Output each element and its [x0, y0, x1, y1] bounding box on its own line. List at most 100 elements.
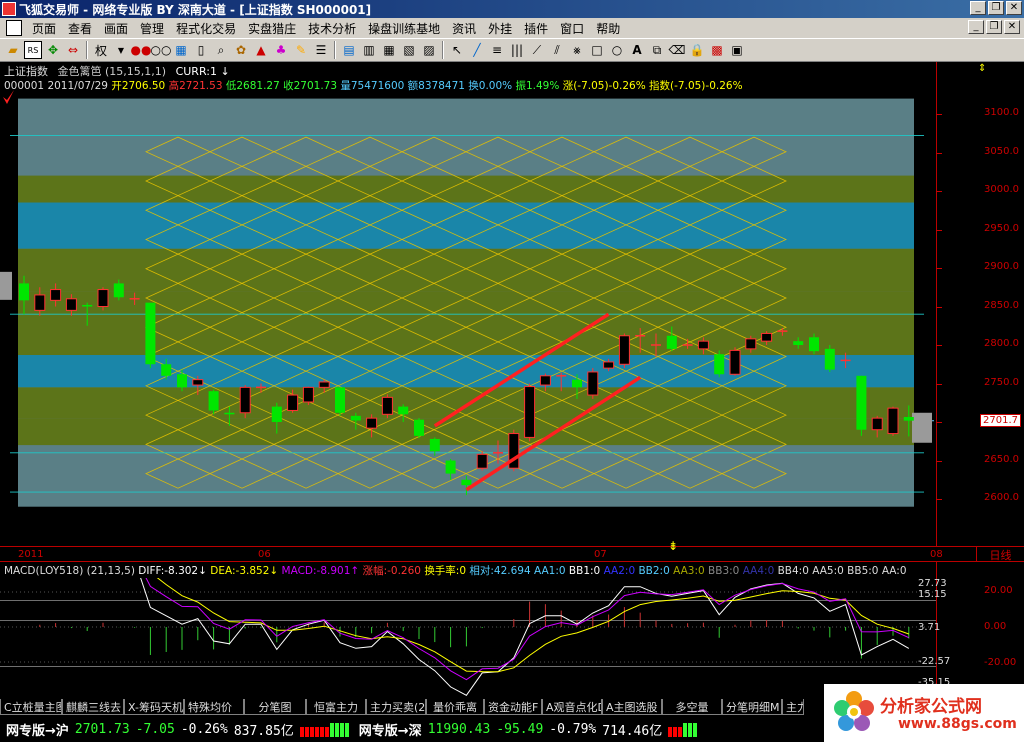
color-grid-icon[interactable]: ▩ — [708, 41, 726, 59]
pin-icon[interactable]: ⇟ — [668, 539, 678, 553]
menu-item-program-trading[interactable]: 程式化交易 — [170, 20, 242, 37]
low-label: 低 — [225, 80, 237, 92]
macd-aa: AA:0 — [881, 565, 907, 577]
lock-icon[interactable]: 🔒 — [688, 41, 706, 59]
macd-side-value-4: -22.57 — [918, 656, 951, 667]
macd-tick-neg20: -20.00 — [984, 657, 1017, 668]
date-label-2011: 2011 — [18, 549, 44, 560]
tab-1[interactable]: 麒麟三线去 — [62, 699, 124, 715]
price-tick-mark — [936, 268, 942, 269]
glasses-alt-icon[interactable]: ○○ — [151, 41, 172, 59]
tab-3[interactable]: 特殊均价 — [184, 699, 244, 715]
channel-tool-icon[interactable]: ⫽ — [548, 41, 566, 59]
alarm-icon[interactable]: ▲ — [252, 41, 270, 59]
menu-item-technical[interactable]: 技术分析 — [302, 20, 362, 37]
book-icon[interactable]: ▯ — [192, 41, 210, 59]
sz-index-title[interactable]: 网专版→深 — [349, 720, 422, 739]
menu-item-window[interactable]: 窗口 — [554, 20, 590, 37]
ellipse-tool-icon[interactable]: ○ — [608, 41, 626, 59]
date-axis[interactable]: 2011 06 07 08 ⇟ 日线 — [0, 539, 1024, 562]
rsi-icon[interactable]: RS — [24, 41, 42, 59]
sz-index-change: -95.49 — [496, 721, 544, 737]
menu-item-page[interactable]: 页面 — [26, 20, 62, 37]
tab-0[interactable]: C立桩量主图 — [0, 699, 62, 715]
menu-item-screen[interactable]: 画面 — [98, 20, 134, 37]
fan-tool-icon[interactable]: ⟋ — [528, 41, 546, 59]
mdi-minimize-icon[interactable]: _ — [968, 20, 984, 34]
macd-canvas[interactable] — [0, 578, 936, 698]
window-split-icon[interactable]: ▥ — [360, 41, 378, 59]
restore-icon[interactable]: ❐ — [988, 1, 1004, 15]
tab-11[interactable]: 多空量 — [662, 699, 722, 715]
amount-label: 额 — [407, 80, 419, 92]
gear-icon[interactable]: ✿ — [232, 41, 250, 59]
mdi-close-icon[interactable]: ✕ — [1004, 20, 1020, 34]
copy-tool-icon[interactable]: ⧉ — [648, 41, 666, 59]
window-controls: _ ❐ ✕ — [970, 1, 1022, 15]
tab-2[interactable]: X-筹码天机 — [124, 699, 184, 715]
macd-bb4: BB4:0 — [777, 565, 809, 577]
menu-item-hunt[interactable]: 实盘猎庄 — [242, 20, 302, 37]
data-icon[interactable]: ▦ — [172, 41, 190, 59]
list-icon[interactable]: ☰ — [312, 41, 330, 59]
tab-12[interactable]: 分笔明细M — [722, 699, 782, 715]
menu-item-info[interactable]: 资讯 — [446, 20, 482, 37]
menu-item-training[interactable]: 操盘训练基地 — [362, 20, 446, 37]
stock-code: 000001 — [4, 80, 45, 92]
tab-5[interactable]: 恒富主力 — [306, 699, 366, 715]
sh-index-title[interactable]: 网专版→沪 — [0, 720, 69, 739]
tab-13[interactable]: 主力动 — [782, 699, 804, 715]
window-grid-icon[interactable]: ▦ — [380, 41, 398, 59]
menu-item-plugins[interactable]: 插件 — [518, 20, 554, 37]
save-icon[interactable]: ▣ — [728, 41, 746, 59]
line-tool-icon[interactable]: ╱ — [468, 41, 486, 59]
open-folder-icon[interactable]: ▰ — [4, 41, 22, 59]
candle-body — [745, 338, 757, 350]
chevron-down-icon[interactable]: ▼ — [112, 41, 130, 59]
window-chart-icon[interactable]: ▧ — [400, 41, 418, 59]
close-value: 2701.73 — [293, 80, 338, 92]
swap-icon[interactable]: ⇔ — [64, 41, 82, 59]
chart-canvas[interactable] — [0, 62, 936, 546]
period-tool-icon[interactable]: ||| — [508, 41, 526, 59]
menu-item-view[interactable]: 查看 — [62, 20, 98, 37]
tab-6[interactable]: 主力买卖(2 — [366, 699, 426, 715]
pen-icon[interactable]: ✎ — [292, 41, 310, 59]
indicator-name[interactable]: 金色篱笆 — [58, 65, 102, 78]
macd-name[interactable]: MACD — [4, 565, 35, 577]
app-menu-icon[interactable] — [6, 20, 22, 36]
minimize-icon[interactable]: _ — [970, 1, 986, 15]
menu-item-plugin-ext[interactable]: 外挂 — [482, 20, 518, 37]
current-price-tag: 2701.7 — [980, 414, 1021, 427]
menu-item-help[interactable]: 帮助 — [590, 20, 626, 37]
mark-icon[interactable]: ♣ — [272, 41, 290, 59]
rect-tool-icon[interactable]: □ — [588, 41, 606, 59]
search-chart-icon[interactable]: ⌕ — [212, 41, 230, 59]
macd-header: MACD(LOY518) (21,13,5) DIFF:-8.302↓ DEA:… — [4, 565, 907, 577]
tab-4[interactable]: 分笔图 — [244, 699, 306, 715]
index-label: 指数 — [649, 80, 671, 92]
turnover-value: 0.00% — [478, 80, 513, 92]
eraser-icon[interactable]: ⌫ — [668, 41, 686, 59]
period-button[interactable]: 日线 — [976, 547, 1024, 562]
move-icon[interactable]: ✥ — [44, 41, 62, 59]
price-tick-mark — [936, 460, 942, 462]
text-tool-icon[interactable]: A — [628, 41, 646, 59]
window-icon[interactable]: ▤ — [340, 41, 358, 59]
menu-item-manage[interactable]: 管理 — [134, 20, 170, 37]
candle-body — [824, 348, 835, 370]
tab-9[interactable]: A观音点化D — [542, 699, 602, 715]
window-image-icon[interactable]: ▨ — [420, 41, 438, 59]
tab-8[interactable]: 资金动能F — [484, 699, 542, 715]
tab-7[interactable]: 量价乖离 — [426, 699, 484, 715]
candle-body — [192, 379, 204, 386]
glasses-icon[interactable]: ●● — [131, 41, 152, 59]
fib-tool-icon[interactable]: ≡ — [488, 41, 506, 59]
mdi-restore-icon[interactable]: ❐ — [986, 20, 1002, 34]
cursor-icon[interactable]: ↖ — [448, 41, 466, 59]
gann-tool-icon[interactable]: ⨳ — [568, 41, 586, 59]
close-icon[interactable]: ✕ — [1006, 1, 1022, 15]
scroll-lock-icon[interactable]: ⇕ — [978, 63, 986, 74]
rights-select[interactable]: 权 — [92, 41, 110, 59]
tab-10[interactable]: A主图选股 — [602, 699, 662, 715]
